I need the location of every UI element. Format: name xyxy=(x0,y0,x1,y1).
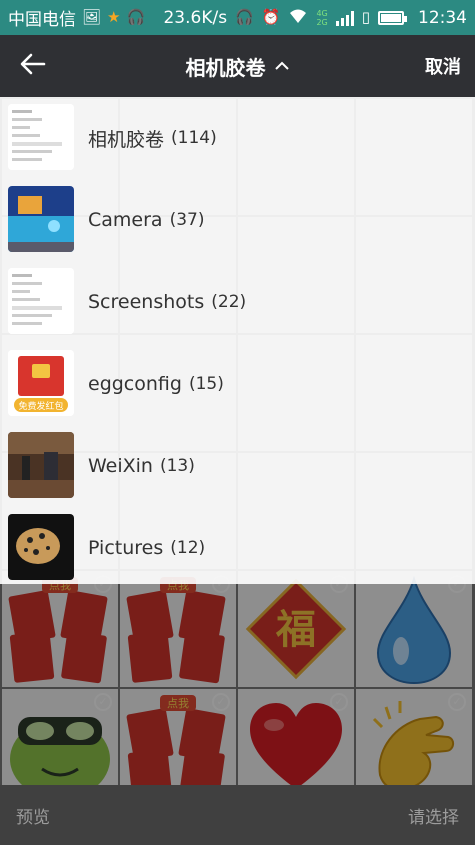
album-label: eggconfig (15) xyxy=(88,373,224,395)
form-screenshot-thumb xyxy=(8,268,74,334)
indoor-photo-thumb xyxy=(8,432,74,498)
form-screenshot-thumb xyxy=(8,104,74,170)
album-item-eggconfig[interactable]: 免费发红包 eggconfig (15) xyxy=(0,343,475,425)
svg-text:免费发红包: 免费发红包 xyxy=(18,400,63,412)
album-item-camera[interactable]: Camera (37) xyxy=(0,179,475,261)
chevron-up-icon xyxy=(274,61,289,70)
preview-button[interactable]: 预览 xyxy=(16,785,50,845)
album-item-pictures[interactable]: Pictures (12) xyxy=(0,507,475,589)
album-label: 相机胶卷 (114) xyxy=(88,128,217,151)
aquarium-photo-thumb xyxy=(8,186,74,252)
carrier-label: 中国电信 xyxy=(8,10,76,30)
album-selector[interactable]: 相机胶卷 xyxy=(0,35,475,97)
star-notification-icon: ★ xyxy=(107,8,121,26)
album-label: Screenshots (22) xyxy=(88,291,247,313)
page-title: 相机胶卷 xyxy=(185,55,266,80)
headset-notification-icon: 🎧 xyxy=(126,8,146,26)
album-dropdown: 相机胶卷 (114) Camera (37) Screenshots (22) … xyxy=(0,97,475,584)
signal-icon xyxy=(335,10,354,26)
title-bar: 相机胶卷 取消 xyxy=(0,35,475,97)
album-label: Camera (37) xyxy=(88,209,205,231)
red-envelope-thumb: 免费发红包 xyxy=(8,350,74,416)
wifi-icon xyxy=(288,8,308,27)
battery-icon xyxy=(378,10,407,25)
network-speed: 23.6K/s xyxy=(163,7,228,28)
album-item-weixin[interactable]: WeiXin (13) xyxy=(0,425,475,507)
cancel-button[interactable]: 取消 xyxy=(425,35,461,97)
headphones-icon: 🎧 xyxy=(235,8,254,26)
leopard-photo-thumb xyxy=(8,514,74,580)
status-bar: 中国电信 🖼 ★ 🎧 23.6K/s 🎧 ⏰ 4G 2G ▯ 12:34 xyxy=(0,0,475,35)
sim-icon: ▯ xyxy=(361,8,370,26)
clock: 12:34 xyxy=(418,7,467,28)
network-type-label: 4G 2G xyxy=(316,8,328,27)
select-button[interactable]: 请选择 xyxy=(408,785,459,845)
album-label: WeiXin (13) xyxy=(88,455,195,477)
alarm-icon: ⏰ xyxy=(261,8,281,26)
album-item-camera-roll[interactable]: 相机胶卷 (114) xyxy=(0,97,475,179)
image-notification-icon: 🖼 xyxy=(82,8,102,26)
bottom-bar: 预览 请选择 xyxy=(0,785,475,845)
album-item-screenshots[interactable]: Screenshots (22) xyxy=(0,261,475,343)
album-label: Pictures (12) xyxy=(88,537,206,559)
